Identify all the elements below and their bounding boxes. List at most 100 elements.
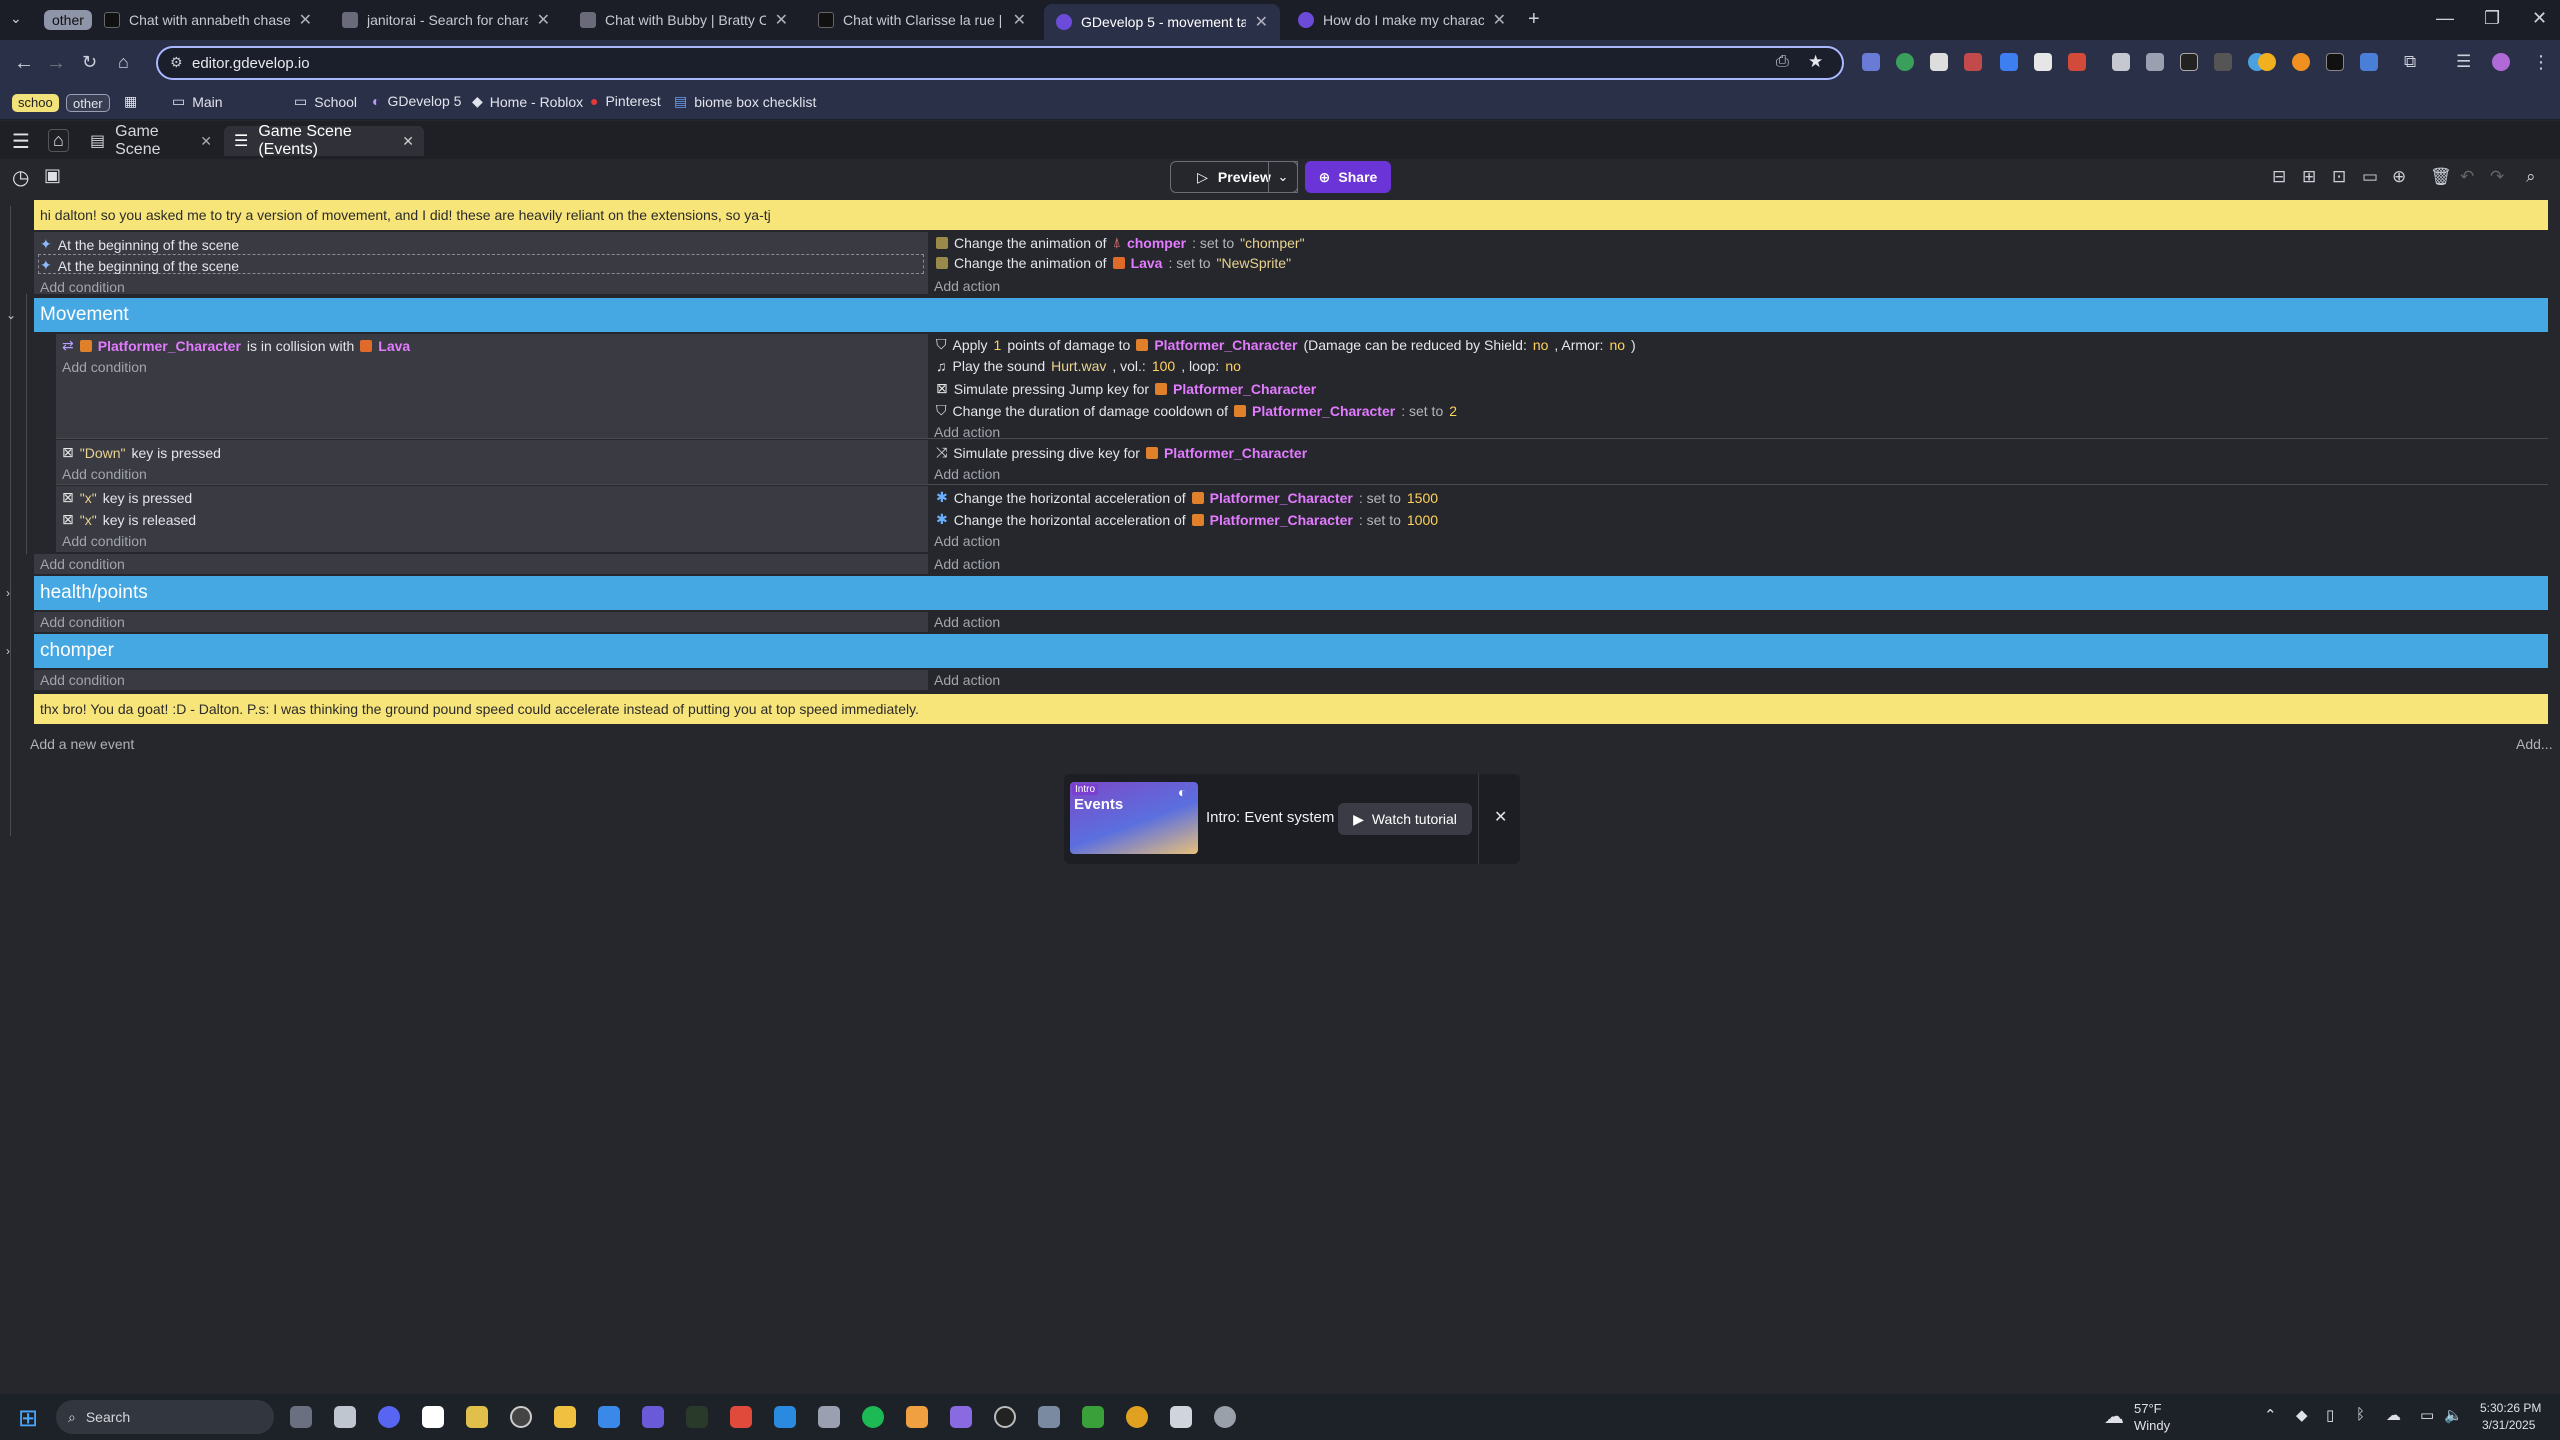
condition-down-key[interactable]: ⊠ "Down" key is pressed — [62, 444, 221, 461]
browser-tab-3[interactable]: Chat with Bubby | Bratty Cat Gi ✕ — [568, 6, 800, 34]
add-comment-icon[interactable]: ▭ — [2362, 167, 2378, 187]
extension-icon[interactable] — [2112, 53, 2130, 71]
bookmark-roblox[interactable]: ◆ Home - Roblox — [472, 93, 583, 110]
battery-icon[interactable]: ▯ — [2326, 1406, 2334, 1424]
app-icon[interactable] — [906, 1406, 928, 1428]
add-condition-link[interactable]: Add condition — [40, 672, 125, 688]
bluetooth-icon[interactable]: ᛒ — [2356, 1406, 2365, 1423]
condition-scene-start-2[interactable]: ✦ At the beginning of the scene — [40, 257, 239, 274]
bookmark-star-icon[interactable]: ★ — [1808, 52, 1823, 72]
clock-date[interactable]: 3/31/2025 — [2482, 1418, 2535, 1432]
add-action-link[interactable]: Add action — [934, 533, 1000, 549]
add-action-link[interactable]: Add action — [934, 556, 1000, 572]
extension-icon[interactable] — [1964, 53, 1982, 71]
extension-icon[interactable] — [1862, 53, 1880, 71]
minimize-icon[interactable]: — — [2436, 8, 2454, 29]
watch-tutorial-button[interactable]: ▶ Watch tutorial — [1338, 803, 1472, 835]
extension-icon[interactable] — [2068, 53, 2086, 71]
delete-icon[interactable]: 🗑 — [2430, 167, 2452, 187]
home-icon[interactable]: ⌂ — [48, 129, 69, 152]
app-icon[interactable] — [1170, 1406, 1192, 1428]
add-condition-link[interactable]: Add condition — [62, 359, 147, 375]
app-icon[interactable] — [1038, 1406, 1060, 1428]
add-new-event-link[interactable]: Add a new event — [30, 736, 134, 752]
browser-tab-2[interactable]: janitorai - Search for characters ✕ — [330, 6, 562, 34]
browser-tab-5-active[interactable]: GDevelop 5 - movement take ✕ — [1044, 4, 1280, 40]
tray-app-icon[interactable]: ◆ — [2296, 1406, 2308, 1424]
settings-icon[interactable] — [1214, 1406, 1236, 1428]
discord-icon[interactable] — [378, 1406, 400, 1428]
extension-icon[interactable] — [2000, 53, 2018, 71]
condition-x-released[interactable]: ⊠ "x" key is released — [62, 511, 196, 528]
extension-icon[interactable] — [1930, 53, 1948, 71]
extension-icon[interactable] — [2180, 53, 2198, 71]
action-damage-cooldown[interactable]: ⛉ Change the duration of damage cooldown… — [936, 402, 1457, 419]
project-manager-icon[interactable]: ▣ — [44, 165, 61, 186]
app-icon[interactable] — [686, 1406, 708, 1428]
add-action-link[interactable]: Add action — [934, 278, 1000, 294]
add-more-link[interactable]: Add... — [2516, 736, 2553, 752]
action-play-sound[interactable]: ♫ Play the sound Hurt.wav , vol.: 100 , lo… — [936, 358, 1241, 374]
weather-icon[interactable]: ☁ — [2104, 1404, 2124, 1429]
conditions-column[interactable] — [34, 670, 928, 690]
group-chomper[interactable]: chomper — [34, 634, 2548, 668]
add-condition-link[interactable]: Add condition — [40, 614, 125, 630]
extension-icon[interactable] — [2258, 53, 2276, 71]
add-condition-link[interactable]: Add condition — [62, 533, 147, 549]
brave-icon[interactable] — [730, 1406, 752, 1428]
event-comment[interactable]: thx bro! You da goat! :D - Dalton. P.s: … — [34, 694, 2548, 724]
install-app-icon[interactable]: ⎙ — [1776, 53, 1789, 71]
browser-tab-1[interactable]: Chat with annabeth chase | cha ✕ — [92, 6, 324, 34]
site-info-icon[interactable]: ⚙ — [170, 54, 183, 71]
add-action-link[interactable]: Add action — [934, 466, 1000, 482]
app-icon[interactable] — [598, 1406, 620, 1428]
add-event-icon[interactable]: ⊟ — [2272, 167, 2286, 187]
bookmark-gdevelop[interactable]: ◐ GDevelop 5 — [372, 93, 461, 109]
app-icon[interactable] — [466, 1406, 488, 1428]
minecraft-icon[interactable] — [1082, 1406, 1104, 1428]
taskbar-search[interactable]: ⌕ Search — [56, 1400, 274, 1434]
home-icon[interactable]: ⌂ — [118, 52, 129, 73]
media-player-icon[interactable] — [510, 1406, 532, 1428]
close-tab-icon[interactable]: ✕ — [299, 10, 312, 30]
expand-group-icon[interactable]: › — [6, 586, 10, 600]
conditions-column[interactable] — [34, 612, 928, 632]
app-icon[interactable] — [334, 1406, 356, 1428]
condition-scene-start-1[interactable]: ✦ At the beginning of the scene — [40, 236, 239, 253]
share-button[interactable]: ⊕ Share — [1305, 161, 1391, 193]
add-condition-link[interactable]: Add condition — [40, 556, 125, 572]
action-change-animation-lava[interactable]: Change the animation of Lava : set to "N… — [936, 255, 1291, 271]
add-condition-link[interactable]: Add condition — [40, 279, 125, 295]
redo-icon[interactable]: ↷ — [2490, 167, 2504, 187]
bookmark-biome[interactable]: ▤ biome box checklist — [674, 93, 816, 110]
bookmark-school[interactable]: ▭ School — [294, 93, 357, 110]
volume-icon[interactable]: 🔈 — [2444, 1406, 2463, 1424]
preview-options-dropdown[interactable]: ⌄ — [1268, 161, 1298, 193]
add-group-icon[interactable]: ⊡ — [2332, 167, 2346, 187]
new-tab-icon[interactable]: + — [1528, 8, 1540, 31]
forward-icon[interactable]: → — [46, 52, 66, 75]
close-tab-icon[interactable]: ✕ — [402, 133, 414, 150]
app-icon[interactable] — [774, 1406, 796, 1428]
camera-icon[interactable] — [818, 1406, 840, 1428]
extension-icon[interactable] — [2326, 53, 2344, 71]
extension-icon[interactable] — [1896, 53, 1914, 71]
url-bar[interactable]: ⚙ editor.gdevelop.io ⎙ ★ — [156, 46, 1844, 80]
group-health-points[interactable]: health/points — [34, 576, 2548, 610]
extension-icon[interactable] — [2292, 53, 2310, 71]
teams-icon[interactable] — [642, 1406, 664, 1428]
close-tab-icon[interactable]: ✕ — [200, 133, 212, 150]
group-movement[interactable]: Movement — [34, 298, 2548, 332]
collapse-group-icon[interactable]: ⌄ — [6, 308, 16, 322]
expand-group-icon[interactable]: › — [6, 644, 10, 658]
action-horizontal-accel-1500[interactable]: ✱ Change the horizontal acceleration of … — [936, 489, 1438, 506]
close-tab-icon[interactable]: ✕ — [1013, 10, 1026, 30]
action-apply-damage[interactable]: ⛉ Apply 1 points of damage to Platformer… — [936, 336, 1636, 353]
extension-icon[interactable] — [2360, 53, 2378, 71]
close-window-icon[interactable]: ✕ — [2532, 8, 2547, 29]
tab-game-scene-events[interactable]: ☰ Game Scene (Events) ✕ — [224, 123, 424, 158]
reload-icon[interactable]: ↻ — [82, 52, 97, 73]
add-action-link[interactable]: Add action — [934, 672, 1000, 688]
extension-icon[interactable] — [2146, 53, 2164, 71]
profile-avatar[interactable] — [2492, 53, 2510, 71]
